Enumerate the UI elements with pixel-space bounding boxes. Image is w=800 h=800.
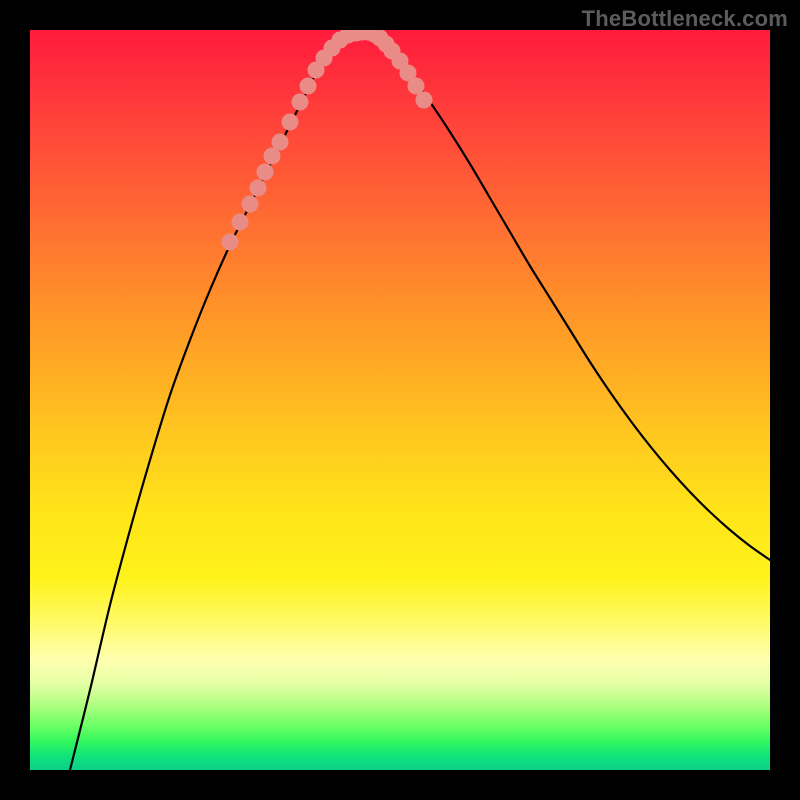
bottleneck-curve bbox=[70, 32, 770, 770]
marker-dot bbox=[250, 180, 267, 197]
marker-dot bbox=[257, 164, 274, 181]
marker-dot bbox=[300, 78, 317, 95]
marker-dot bbox=[282, 114, 299, 131]
marker-dot bbox=[232, 214, 249, 231]
marker-dot bbox=[416, 92, 433, 109]
marker-dot bbox=[242, 196, 259, 213]
chart-frame: TheBottleneck.com bbox=[0, 0, 800, 800]
marker-dot bbox=[292, 94, 309, 111]
plot-area bbox=[30, 30, 770, 770]
curve-layer bbox=[30, 30, 770, 770]
highlighted-points bbox=[222, 30, 433, 251]
marker-dot bbox=[272, 134, 289, 151]
watermark-text: TheBottleneck.com bbox=[582, 6, 788, 32]
marker-dot bbox=[222, 234, 239, 251]
